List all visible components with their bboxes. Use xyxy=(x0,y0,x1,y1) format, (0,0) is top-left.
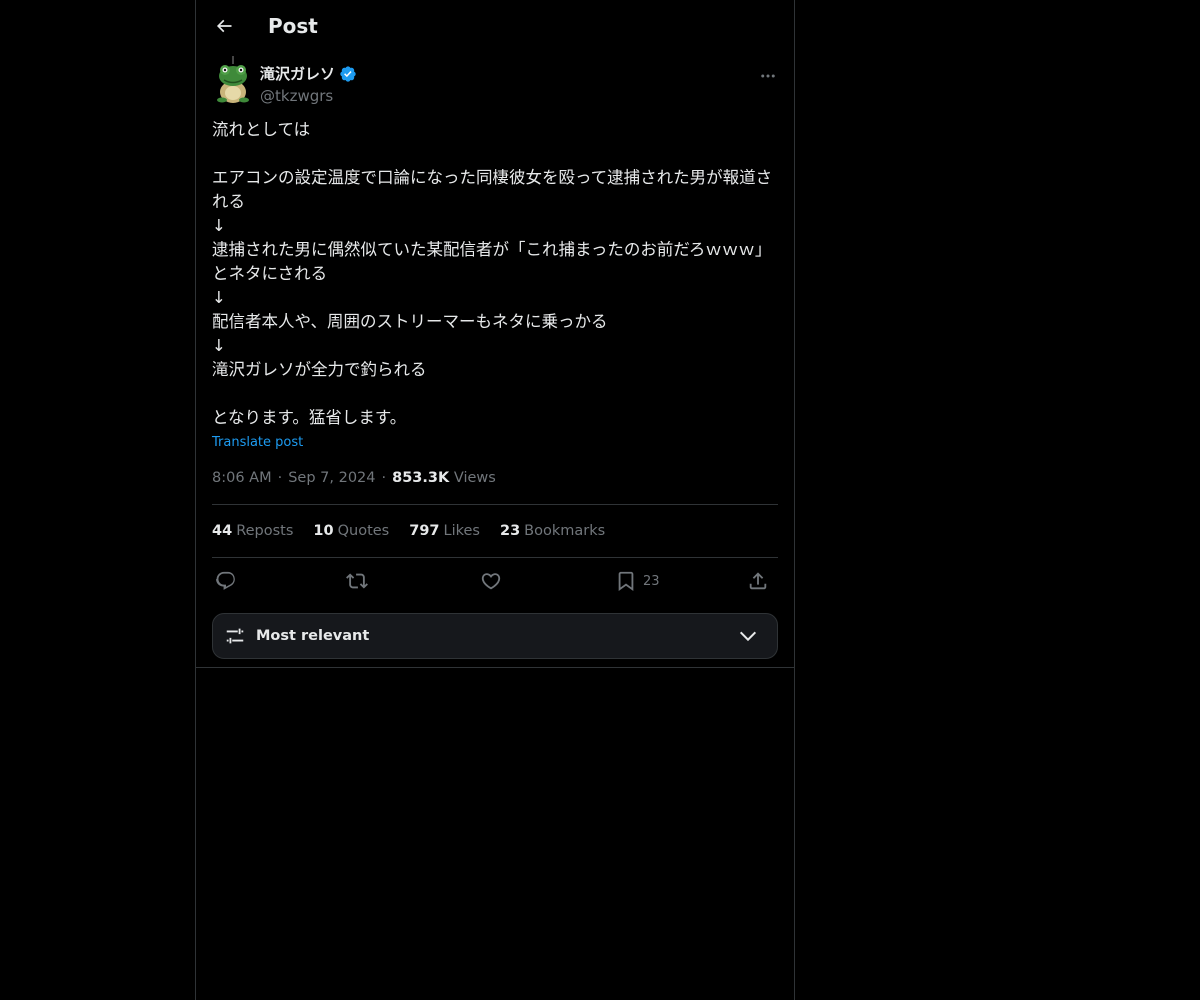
engagement-stats: 44 Reposts 10 Quotes 797 Likes 23 Bookma… xyxy=(212,521,605,541)
arrow-left-icon xyxy=(216,19,232,33)
meta-separator: · xyxy=(381,470,387,486)
divider xyxy=(196,667,794,668)
heart-icon xyxy=(481,573,501,590)
quotes-label: Quotes xyxy=(337,523,390,539)
views-count: 853.3K xyxy=(392,470,450,486)
quotes-stat[interactable]: 10 Quotes xyxy=(313,521,389,541)
bookmarks-stat[interactable]: 23 Bookmarks xyxy=(500,521,605,541)
tweet-date[interactable]: Sep 7, 2024 xyxy=(288,468,375,488)
likes-count: 797 xyxy=(409,523,440,539)
meta-separator: · xyxy=(277,470,283,486)
bookmark-count: 23 xyxy=(643,573,660,589)
action-bar: 23 xyxy=(212,566,778,596)
divider xyxy=(212,504,778,505)
author-name[interactable]: 滝沢ガレソ xyxy=(260,64,335,84)
likes-label: Likes xyxy=(443,523,480,539)
likes-stat[interactable]: 797 Likes xyxy=(409,521,480,541)
repost-button[interactable] xyxy=(346,569,368,593)
reposts-label: Reposts xyxy=(236,523,294,539)
bookmarks-label: Bookmarks xyxy=(524,523,606,539)
main-column: Post 滝沢ガレソ @tkzwgrs 流れとしては エアコンの設定温度で口論に… xyxy=(195,0,795,1000)
author-handle[interactable]: @tkzwgrs xyxy=(260,86,357,106)
sort-label: Most relevant xyxy=(256,628,370,644)
bookmark-icon xyxy=(618,571,634,592)
like-button[interactable] xyxy=(480,569,502,593)
divider xyxy=(212,557,778,558)
repost-icon xyxy=(346,573,368,589)
tweet-meta: 8:06 AM · Sep 7, 2024 · 853.3K Views xyxy=(212,468,496,488)
reposts-stat[interactable]: 44 Reposts xyxy=(212,521,293,541)
author-name-row: 滝沢ガレソ xyxy=(260,64,357,84)
views-stat[interactable]: 853.3K Views xyxy=(392,468,496,488)
bookmark-button[interactable]: 23 xyxy=(615,569,660,593)
author-block: 滝沢ガレソ @tkzwgrs xyxy=(260,64,357,106)
reply-sort-dropdown[interactable]: Most relevant xyxy=(212,613,778,659)
bookmarks-count: 23 xyxy=(499,523,521,539)
reposts-count: 44 xyxy=(212,523,233,539)
chevron-down-icon xyxy=(739,631,757,642)
back-button[interactable] xyxy=(210,12,238,40)
more-options-button[interactable] xyxy=(756,64,780,88)
page-title: Post xyxy=(268,14,318,38)
reply-icon xyxy=(216,571,235,590)
sliders-icon xyxy=(226,628,244,644)
page-header: Post xyxy=(196,0,794,53)
translate-post-link[interactable]: Translate post xyxy=(212,434,303,452)
verified-badge-icon[interactable] xyxy=(339,65,357,83)
quotes-count: 10 xyxy=(313,523,334,539)
views-label: Views xyxy=(453,470,496,486)
tweet-time[interactable]: 8:06 AM xyxy=(212,468,272,488)
reply-button[interactable] xyxy=(215,569,237,593)
share-button[interactable] xyxy=(747,569,769,593)
share-icon xyxy=(749,572,767,590)
tweet-text: 流れとしては エアコンの設定温度で口論になった同棲彼女を殴って逮捕された男が報道… xyxy=(212,120,773,427)
frog-avatar-icon xyxy=(217,56,249,103)
more-dots-icon xyxy=(761,74,775,78)
avatar[interactable] xyxy=(213,56,253,104)
